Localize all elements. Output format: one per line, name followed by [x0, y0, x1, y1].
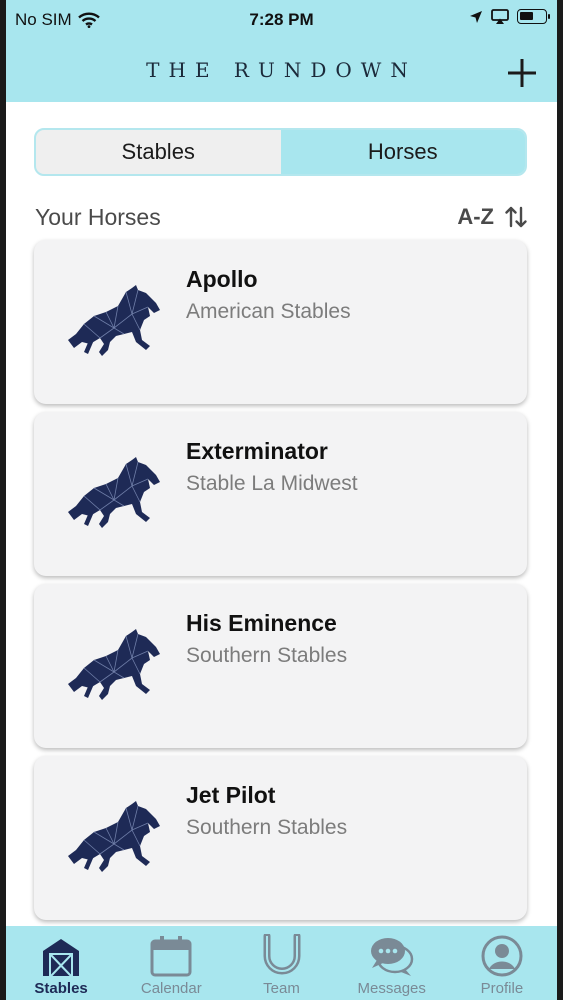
app-title: THE RUNDOWN — [146, 58, 417, 82]
horse-stable: Southern Stables — [186, 816, 348, 839]
horse-icon — [68, 801, 160, 872]
tab-label: Profile — [480, 980, 524, 997]
sort-label[interactable]: A-Z — [457, 204, 494, 230]
top-bar: No SIM 7:28 PM THE RUNDOWN — [6, 0, 557, 102]
chat-bubbles-icon — [370, 938, 413, 976]
sort-control[interactable]: A-Z — [457, 204, 528, 230]
horse-stable: Southern Stables — [186, 644, 348, 667]
tab-label: Stables — [34, 980, 88, 997]
status-right — [469, 9, 550, 24]
segment-horses[interactable]: Horses — [280, 130, 525, 174]
tab-label: Calendar — [140, 980, 202, 997]
horse-card[interactable]: His Eminence Southern Stables — [34, 584, 527, 748]
tab-profile[interactable]: Profile — [447, 926, 557, 1000]
barn-icon — [43, 939, 80, 977]
location-arrow-icon — [470, 10, 482, 23]
calendar-icon — [150, 936, 192, 977]
horse-stable: American Stables — [186, 300, 351, 323]
horse-icon — [68, 629, 160, 700]
horse-card[interactable]: Exterminator Stable La Midwest — [34, 412, 527, 576]
status-bar: No SIM 7:28 PM — [6, 0, 557, 40]
person-icon — [481, 935, 523, 977]
horse-card[interactable]: Jet Pilot Southern Stables — [34, 756, 527, 920]
horse-icon — [68, 457, 160, 528]
stables-horses-segment: Stables Horses — [34, 128, 527, 176]
horseshoe-icon — [263, 934, 300, 975]
horse-stable: Stable La Midwest — [186, 472, 358, 495]
segment-stables[interactable]: Stables — [36, 130, 281, 174]
horse-name: Jet Pilot — [186, 782, 276, 808]
horse-icon — [68, 285, 160, 356]
horse-name: His Eminence — [186, 610, 337, 636]
tab-calendar[interactable]: Calendar — [116, 926, 226, 1000]
horse-card[interactable]: Apollo American Stables — [34, 240, 527, 404]
tab-messages[interactable]: Messages — [337, 926, 447, 1000]
screen-mirror-icon — [491, 9, 509, 24]
app-screen: No SIM 7:28 PM THE RUNDOWN Stables Horse… — [6, 0, 557, 1000]
tab-stables[interactable]: Stables — [6, 926, 116, 1000]
plus-icon[interactable] — [505, 56, 539, 90]
tab-bar: Stables Calendar Team Messages Profile — [6, 926, 557, 1000]
tab-team[interactable]: Team — [226, 926, 336, 1000]
battery-fill — [520, 12, 533, 20]
horse-name: Exterminator — [186, 438, 328, 464]
list-header: Your Horses A-Z — [35, 204, 528, 234]
horse-name: Apollo — [186, 266, 258, 292]
sort-arrows-icon[interactable] — [504, 205, 528, 229]
list-title: Your Horses — [35, 204, 161, 230]
tab-label: Team — [263, 980, 300, 997]
tab-label: Messages — [357, 980, 426, 997]
battery-icon — [517, 9, 550, 24]
